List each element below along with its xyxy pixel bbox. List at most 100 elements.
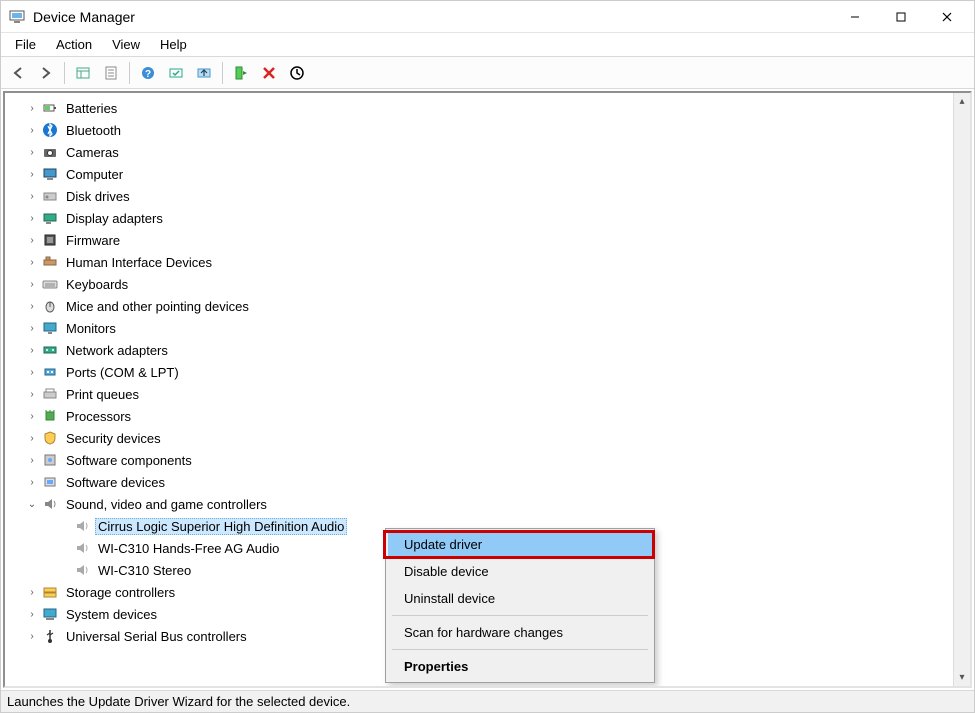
main-content: Batteries Bluetooth Cameras Computer Dis… bbox=[3, 91, 972, 688]
tree-item-processors[interactable]: Processors bbox=[5, 405, 953, 427]
camera-icon bbox=[41, 143, 59, 161]
menu-file[interactable]: File bbox=[5, 35, 46, 54]
chevron-right-icon[interactable] bbox=[25, 609, 39, 620]
speaker-icon bbox=[73, 539, 91, 557]
tree-item-computer[interactable]: Computer bbox=[5, 163, 953, 185]
window-title: Device Manager bbox=[33, 9, 832, 25]
toolbar-separator bbox=[64, 62, 65, 84]
tree-item-bluetooth[interactable]: Bluetooth bbox=[5, 119, 953, 141]
scroll-down-icon[interactable]: ▾ bbox=[954, 669, 970, 686]
minimize-button[interactable] bbox=[832, 2, 878, 32]
tree-label: Mice and other pointing devices bbox=[63, 298, 252, 315]
chevron-right-icon[interactable] bbox=[25, 389, 39, 400]
tree-label: Human Interface Devices bbox=[63, 254, 215, 271]
computer-icon bbox=[41, 165, 59, 183]
tree-label: Network adapters bbox=[63, 342, 171, 359]
chevron-right-icon[interactable] bbox=[25, 455, 39, 466]
context-disable-device[interactable]: Disable device bbox=[388, 558, 652, 585]
tree-item-cameras[interactable]: Cameras bbox=[5, 141, 953, 163]
context-uninstall-device[interactable]: Uninstall device bbox=[388, 585, 652, 612]
chevron-right-icon[interactable] bbox=[25, 367, 39, 378]
menu-action[interactable]: Action bbox=[46, 35, 102, 54]
chevron-right-icon[interactable] bbox=[25, 169, 39, 180]
tree-label: Universal Serial Bus controllers bbox=[63, 628, 250, 645]
chevron-right-icon[interactable] bbox=[25, 125, 39, 136]
tree-item-keyboards[interactable]: Keyboards bbox=[5, 273, 953, 295]
chevron-right-icon[interactable] bbox=[25, 103, 39, 114]
shield-icon bbox=[41, 429, 59, 447]
tree-label: Batteries bbox=[63, 100, 120, 117]
menu-help[interactable]: Help bbox=[150, 35, 197, 54]
back-button[interactable] bbox=[5, 60, 31, 86]
chevron-right-icon[interactable] bbox=[25, 587, 39, 598]
tree-item-mice[interactable]: Mice and other pointing devices bbox=[5, 295, 953, 317]
tree-label: Print queues bbox=[63, 386, 142, 403]
chevron-right-icon[interactable] bbox=[25, 345, 39, 356]
chevron-right-icon[interactable] bbox=[25, 279, 39, 290]
tree-label: Display adapters bbox=[63, 210, 166, 227]
tree-label: Storage controllers bbox=[63, 584, 178, 601]
context-separator bbox=[392, 615, 648, 616]
context-properties[interactable]: Properties bbox=[388, 653, 652, 680]
tree-item-network[interactable]: Network adapters bbox=[5, 339, 953, 361]
speaker-icon bbox=[73, 561, 91, 579]
chevron-right-icon[interactable] bbox=[25, 433, 39, 444]
context-separator bbox=[392, 649, 648, 650]
toolbar-separator bbox=[129, 62, 130, 84]
forward-button[interactable] bbox=[33, 60, 59, 86]
maximize-button[interactable] bbox=[878, 2, 924, 32]
properties-button[interactable] bbox=[98, 60, 124, 86]
chevron-right-icon[interactable] bbox=[25, 213, 39, 224]
chevron-right-icon[interactable] bbox=[25, 631, 39, 642]
tree-item-monitors[interactable]: Monitors bbox=[5, 317, 953, 339]
tree-item-batteries[interactable]: Batteries bbox=[5, 97, 953, 119]
chevron-right-icon[interactable] bbox=[25, 301, 39, 312]
chevron-right-icon[interactable] bbox=[25, 257, 39, 268]
vertical-scrollbar[interactable]: ▴ ▾ bbox=[953, 93, 970, 686]
tree-item-software-devices[interactable]: Software devices bbox=[5, 471, 953, 493]
tree-label: Software components bbox=[63, 452, 195, 469]
scroll-up-icon[interactable]: ▴ bbox=[954, 93, 970, 110]
show-hide-tree-button[interactable] bbox=[70, 60, 96, 86]
mouse-icon bbox=[41, 297, 59, 315]
tree-label: Keyboards bbox=[63, 276, 131, 293]
context-scan-hardware[interactable]: Scan for hardware changes bbox=[388, 619, 652, 646]
enable-button[interactable] bbox=[228, 60, 254, 86]
help-button[interactable]: ? bbox=[135, 60, 161, 86]
disable-button[interactable] bbox=[284, 60, 310, 86]
chevron-right-icon[interactable] bbox=[25, 191, 39, 202]
tree-label: WI-C310 Hands-Free AG Audio bbox=[95, 540, 282, 557]
title-bar: Device Manager bbox=[1, 1, 974, 33]
chevron-right-icon[interactable] bbox=[25, 147, 39, 158]
chevron-right-icon[interactable] bbox=[25, 411, 39, 422]
tree-item-display-adapters[interactable]: Display adapters bbox=[5, 207, 953, 229]
close-button[interactable] bbox=[924, 2, 970, 32]
scan-hardware-button[interactable] bbox=[163, 60, 189, 86]
toolbar-separator bbox=[222, 62, 223, 84]
tree-item-disk-drives[interactable]: Disk drives bbox=[5, 185, 953, 207]
tree-label: Sound, video and game controllers bbox=[63, 496, 270, 513]
tree-label: Software devices bbox=[63, 474, 168, 491]
tree-label: Cameras bbox=[63, 144, 122, 161]
chevron-right-icon[interactable] bbox=[25, 235, 39, 246]
context-update-driver[interactable]: Update driver bbox=[388, 531, 652, 558]
chevron-right-icon[interactable] bbox=[25, 477, 39, 488]
tree-item-hid[interactable]: Human Interface Devices bbox=[5, 251, 953, 273]
chevron-down-icon[interactable] bbox=[25, 499, 39, 510]
uninstall-button[interactable] bbox=[256, 60, 282, 86]
chevron-right-icon[interactable] bbox=[25, 323, 39, 334]
printer-icon bbox=[41, 385, 59, 403]
tree-label: Cirrus Logic Superior High Definition Au… bbox=[95, 518, 347, 535]
tree-item-sound[interactable]: Sound, video and game controllers bbox=[5, 493, 953, 515]
menu-view[interactable]: View bbox=[102, 35, 150, 54]
update-driver-button[interactable] bbox=[191, 60, 217, 86]
port-icon bbox=[41, 363, 59, 381]
battery-icon bbox=[41, 99, 59, 117]
tree-item-security[interactable]: Security devices bbox=[5, 427, 953, 449]
tree-label: Firmware bbox=[63, 232, 123, 249]
tree-item-ports[interactable]: Ports (COM & LPT) bbox=[5, 361, 953, 383]
component-icon bbox=[41, 451, 59, 469]
tree-item-print-queues[interactable]: Print queues bbox=[5, 383, 953, 405]
tree-item-software-components[interactable]: Software components bbox=[5, 449, 953, 471]
tree-item-firmware[interactable]: Firmware bbox=[5, 229, 953, 251]
